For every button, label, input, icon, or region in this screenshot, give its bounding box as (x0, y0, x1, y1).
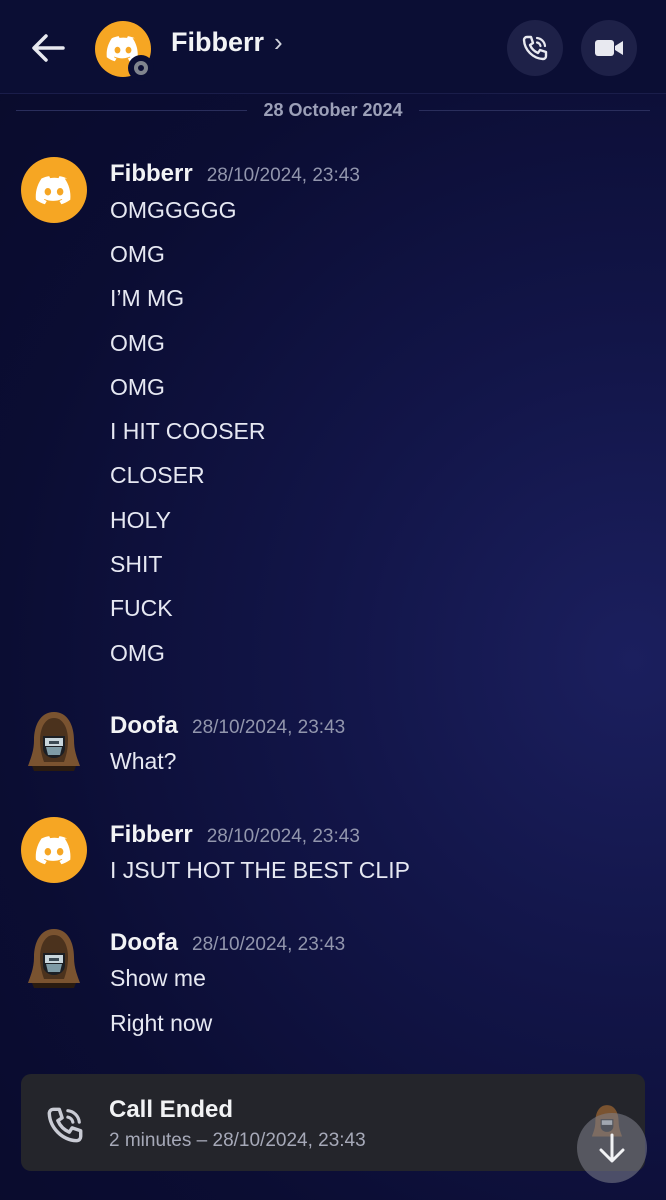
contact-name-label: Fibberr (171, 27, 265, 57)
date-divider-label: 28 October 2024 (263, 99, 403, 120)
message-author[interactable]: Doofa (110, 712, 178, 740)
message-header: Fibberr 28/10/2024, 23:43 (110, 821, 360, 849)
message-line: OMG (110, 330, 165, 356)
video-call-button[interactable] (581, 20, 637, 76)
hooded-figure-icon (28, 712, 80, 771)
user-avatar[interactable] (21, 817, 87, 883)
hooded-figure-icon (28, 929, 80, 988)
date-divider: 28 October 2024 (16, 98, 651, 122)
divider-line (16, 109, 248, 111)
message-line: I’M MG (110, 285, 185, 311)
message-line: HOLY (110, 507, 171, 533)
message-line: OMG (110, 241, 165, 267)
message-line: CLOSER (110, 462, 205, 488)
arrow-down-icon (599, 1133, 625, 1163)
phone-call-icon (522, 35, 548, 61)
message-line: OMG (110, 374, 165, 400)
phone-call-icon (47, 1107, 83, 1143)
message-line: Show me (110, 965, 206, 991)
message-header: Doofa 28/10/2024, 23:43 (110, 929, 345, 957)
message-line: What? (110, 748, 177, 774)
message-author[interactable]: Doofa (110, 929, 178, 957)
message-line: SHIT (110, 551, 163, 577)
message-header: Fibberr 28/10/2024, 23:43 (110, 160, 360, 188)
call-details: 2 minutes – 28/10/2024, 23:43 (109, 1130, 366, 1151)
chevron-right-icon: › (274, 27, 283, 57)
voice-call-button[interactable] (507, 20, 563, 76)
message-author[interactable]: Fibberr (110, 160, 193, 188)
divider-line (418, 109, 651, 111)
message-timestamp: 28/10/2024, 23:43 (206, 165, 360, 186)
video-camera-icon (595, 40, 623, 56)
chat-header: Fibberr › (0, 0, 666, 94)
offline-status-indicator (128, 55, 154, 81)
message-author[interactable]: Fibberr (110, 821, 193, 849)
user-avatar[interactable] (21, 925, 87, 991)
message-timestamp: 28/10/2024, 23:43 (206, 826, 360, 847)
contact-name[interactable]: Fibberr › (171, 27, 283, 58)
message-header: Doofa 28/10/2024, 23:43 (110, 712, 345, 740)
back-button[interactable] (26, 26, 70, 70)
message-line: Right now (110, 1010, 213, 1036)
message-line: OMG (110, 640, 165, 666)
call-title: Call Ended (109, 1096, 234, 1123)
jump-to-bottom-button[interactable] (577, 1113, 647, 1183)
arrow-left-icon (32, 34, 65, 62)
message-line: I JSUT HOT THE BEST CLIP (110, 857, 410, 883)
message-line: I HIT COOSER (110, 418, 266, 444)
message-timestamp: 28/10/2024, 23:43 (192, 934, 346, 955)
message-timestamp: 28/10/2024, 23:43 (192, 717, 346, 738)
discord-logo-icon (35, 835, 71, 864)
call-ended-card[interactable]: Call Ended 2 minutes – 28/10/2024, 23:43 (21, 1074, 645, 1171)
discord-logo-icon (35, 175, 71, 204)
user-avatar[interactable] (21, 708, 87, 774)
message-line: FUCK (110, 595, 173, 621)
message-line: OMGGGGG (110, 197, 237, 223)
user-avatar[interactable] (21, 157, 87, 223)
